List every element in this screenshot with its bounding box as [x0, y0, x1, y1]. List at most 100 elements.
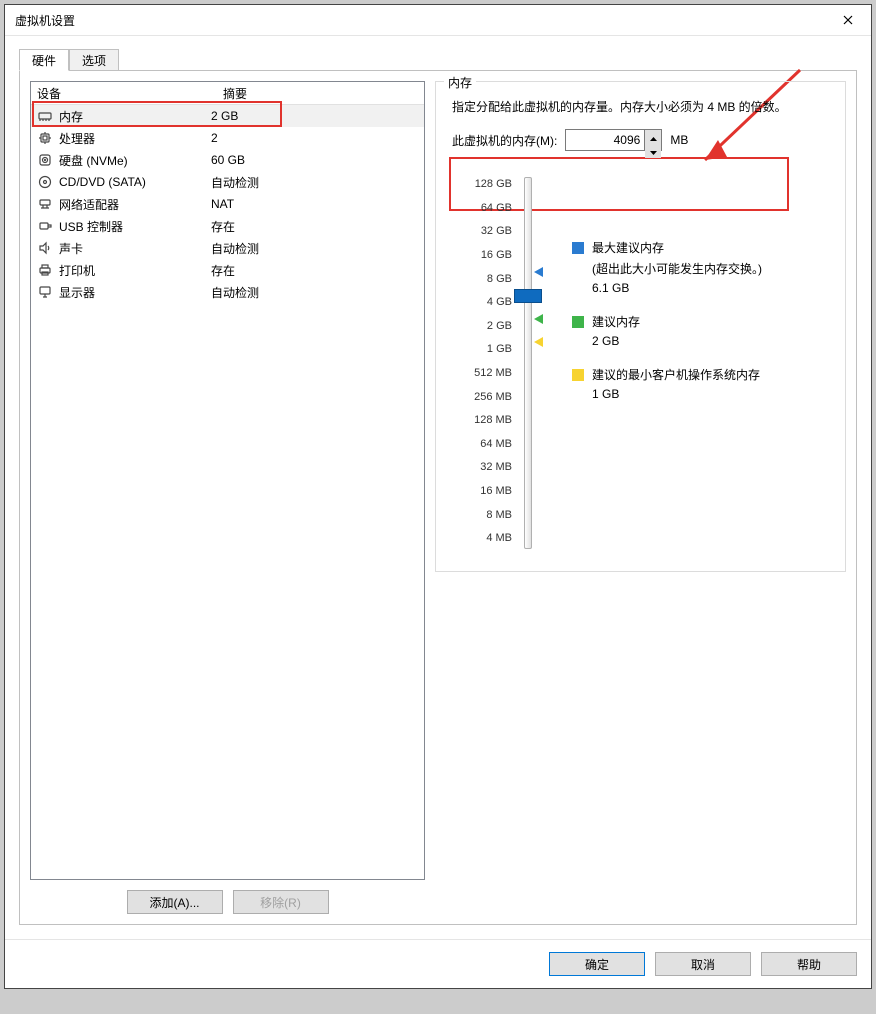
window-title: 虚拟机设置	[15, 12, 825, 29]
device-list-header: 设备 摘要	[31, 82, 424, 105]
cpu-icon	[37, 130, 53, 146]
device-row-usb[interactable]: USB 控制器 存在	[31, 215, 424, 237]
device-row-display[interactable]: 显示器 自动检测	[31, 281, 424, 303]
tick-label: 32 GB	[481, 220, 512, 244]
memory-icon	[37, 108, 53, 124]
header-summary[interactable]: 摘要	[217, 85, 424, 102]
help-button[interactable]: 帮助	[761, 952, 857, 976]
tick-label: 128 GB	[475, 173, 512, 197]
legend-square-max-icon	[572, 242, 584, 254]
legend-max-title: 最大建议内存	[592, 239, 664, 256]
device-row-cd[interactable]: CD/DVD (SATA) 自动检测	[31, 171, 424, 193]
legend-rec-value: 2 GB	[592, 334, 619, 348]
tick-label: 16 GB	[481, 244, 512, 268]
device-summary: 2	[211, 131, 424, 145]
printer-icon	[37, 262, 53, 278]
tick-label: 512 MB	[474, 362, 512, 386]
vm-settings-dialog: 虚拟机设置 硬件 选项 设备 摘要 内存 2 GB 处理器 2 硬盘 (NVMe) 60 …	[4, 4, 872, 989]
tab-hardware[interactable]: 硬件	[19, 49, 69, 71]
device-name: 网络适配器	[59, 196, 119, 213]
spin-down-button[interactable]	[645, 144, 661, 158]
device-row-cpu[interactable]: 处理器 2	[31, 127, 424, 149]
disk-icon	[37, 152, 53, 168]
legend-max-note: (超出此大小可能发生内存交换。)	[592, 260, 762, 277]
memory-groupbox: 内存 指定分配给此虚拟机的内存量。内存大小必须为 4 MB 的倍数。 此虚拟机的…	[435, 81, 846, 572]
tick-label: 8 GB	[487, 268, 512, 292]
remove-button: 移除(R)	[233, 890, 329, 914]
device-name: 打印机	[59, 262, 95, 279]
tick-label: 64 GB	[481, 197, 512, 221]
legend-rec-title: 建议内存	[592, 313, 640, 330]
memory-slider-track	[524, 177, 532, 549]
display-icon	[37, 284, 53, 300]
tick-label: 4 GB	[487, 291, 512, 315]
cd-icon	[37, 174, 53, 190]
memory-description: 指定分配给此虚拟机的内存量。内存大小必须为 4 MB 的倍数。	[452, 98, 829, 117]
memory-spinbox[interactable]	[565, 129, 662, 151]
marker-min-icon	[532, 336, 544, 351]
tick-label: 64 MB	[480, 433, 512, 457]
memory-legend-column: 最大建议内存 (超出此大小可能发生内存交换。) 6.1 GB	[542, 173, 829, 551]
device-name: 显示器	[59, 284, 95, 301]
add-button[interactable]: 添加(A)...	[127, 890, 223, 914]
spin-up-button[interactable]	[645, 130, 661, 144]
device-row-sound[interactable]: 声卡 自动检测	[31, 237, 424, 259]
device-name: 内存	[59, 108, 83, 125]
cancel-button[interactable]: 取消	[655, 952, 751, 976]
device-name: CD/DVD (SATA)	[59, 175, 146, 189]
tab-options[interactable]: 选项	[69, 49, 119, 71]
device-row-net[interactable]: 网络适配器 NAT	[31, 193, 424, 215]
device-summary: 存在	[211, 218, 424, 235]
device-list: 设备 摘要 内存 2 GB 处理器 2 硬盘 (NVMe) 60 GB CD/DVD (SA…	[30, 81, 425, 880]
memory-unit: MB	[670, 133, 688, 147]
tick-label: 1 GB	[487, 338, 512, 362]
legend-square-rec-icon	[572, 316, 584, 328]
usb-icon	[37, 218, 53, 234]
dialog-footer: 确定 取消 帮助	[5, 939, 871, 988]
device-summary: 2 GB	[211, 109, 424, 123]
marker-recommended-icon	[532, 313, 544, 328]
device-summary: NAT	[211, 197, 424, 211]
title-bar: 虚拟机设置	[5, 5, 871, 36]
device-summary: 存在	[211, 262, 424, 279]
tick-label: 8 MB	[486, 504, 512, 528]
tick-label: 32 MB	[480, 456, 512, 480]
memory-input[interactable]	[566, 130, 644, 150]
legend-square-min-icon	[572, 369, 584, 381]
memory-slider[interactable]	[512, 173, 542, 551]
memory-slider-thumb[interactable]	[514, 289, 542, 303]
tab-strip: 硬件 选项	[19, 48, 857, 70]
tick-label: 4 MB	[486, 527, 512, 551]
close-icon	[840, 12, 856, 28]
tab-page-hardware: 设备 摘要 内存 2 GB 处理器 2 硬盘 (NVMe) 60 GB CD/DVD (SA…	[19, 70, 857, 925]
device-row-printer[interactable]: 打印机 存在	[31, 259, 424, 281]
device-row-disk[interactable]: 硬盘 (NVMe) 60 GB	[31, 149, 424, 171]
device-summary: 自动检测	[211, 174, 424, 191]
legend-min-title: 建议的最小客户机操作系统内存	[592, 366, 760, 383]
device-name: 硬盘 (NVMe)	[59, 152, 128, 169]
memory-legend: 内存	[444, 74, 476, 91]
legend-max-value: 6.1 GB	[592, 281, 629, 295]
chevron-down-icon	[650, 144, 657, 158]
legend-min-value: 1 GB	[592, 387, 619, 401]
memory-tick-labels: 128 GB64 GB32 GB16 GB8 GB4 GB2 GB1 GB512…	[452, 173, 512, 551]
ok-button[interactable]: 确定	[549, 952, 645, 976]
marker-max-icon	[532, 266, 544, 281]
device-row-memory[interactable]: 内存 2 GB	[31, 105, 424, 127]
device-name: USB 控制器	[59, 218, 123, 235]
device-name: 声卡	[59, 240, 83, 257]
sound-icon	[37, 240, 53, 256]
close-button[interactable]	[825, 5, 871, 35]
net-icon	[37, 196, 53, 212]
chevron-up-icon	[650, 130, 657, 144]
device-name: 处理器	[59, 130, 95, 147]
tick-label: 128 MB	[474, 409, 512, 433]
device-summary: 自动检测	[211, 240, 424, 257]
header-device[interactable]: 设备	[31, 85, 217, 102]
device-summary: 60 GB	[211, 153, 424, 167]
tick-label: 2 GB	[487, 315, 512, 339]
tick-label: 256 MB	[474, 386, 512, 410]
device-summary: 自动检测	[211, 284, 424, 301]
tick-label: 16 MB	[480, 480, 512, 504]
memory-input-label: 此虚拟机的内存(M):	[452, 132, 557, 149]
